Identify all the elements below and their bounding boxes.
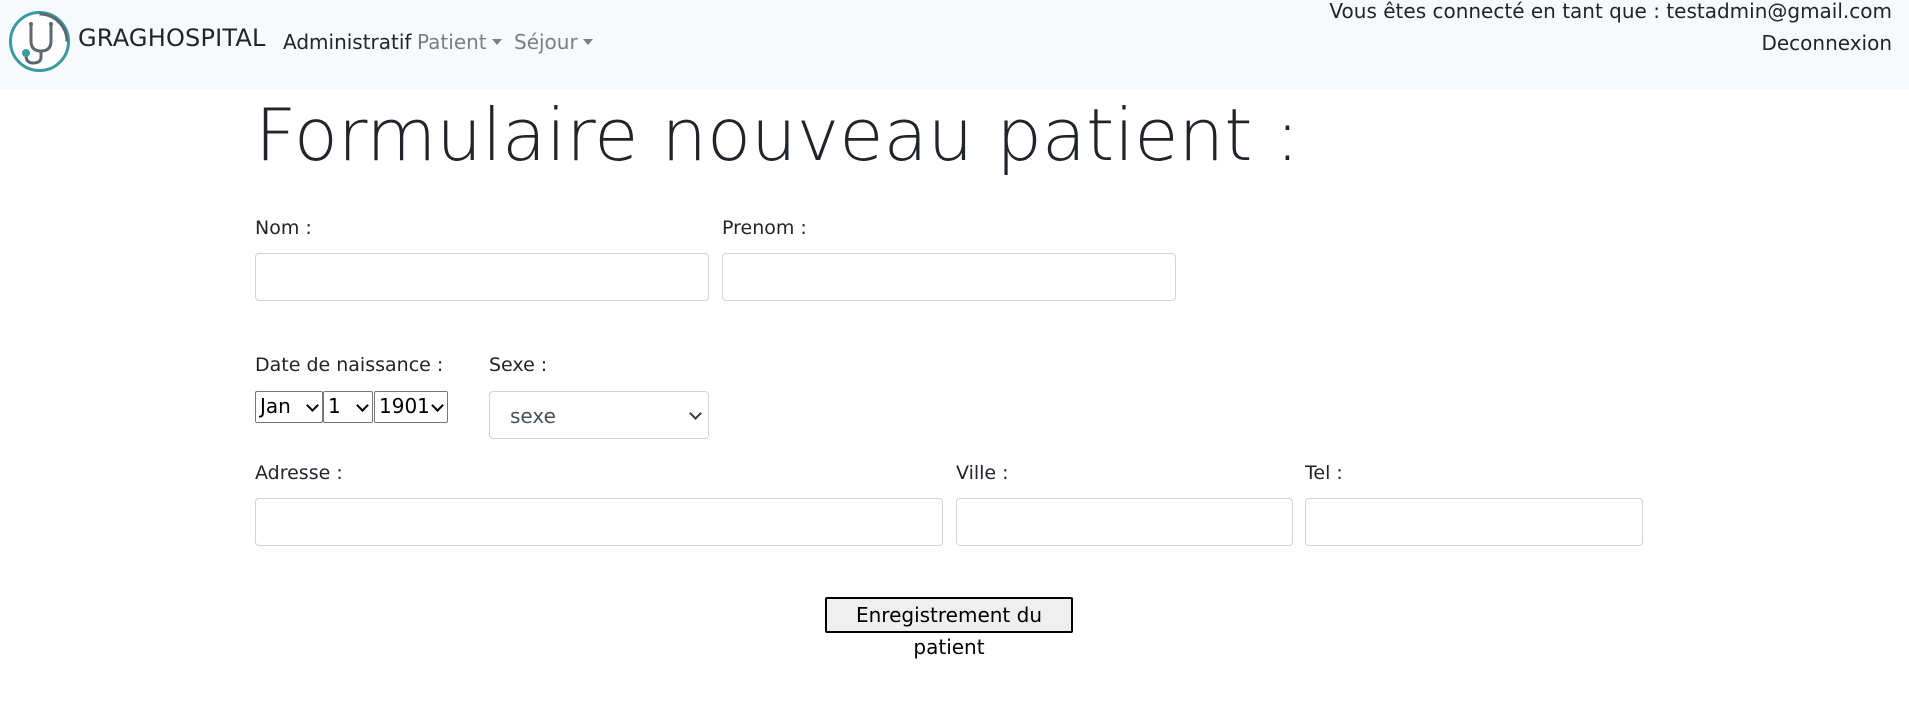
chevron-down-icon [689,407,702,420]
dob-month-select[interactable]: Jan [255,391,323,423]
ville-label: Ville : [956,462,1009,484]
nav-sejour-label: Séjour [514,30,578,54]
caret-down-icon [491,39,502,45]
caret-down-icon [582,39,593,45]
brand-name[interactable]: GRAGHOSPITAL [78,24,266,52]
prenom-input[interactable] [722,253,1176,301]
nav-patient-label: Patient [417,30,487,54]
dob-year-select[interactable]: 1901 [374,391,448,423]
dob-day-select[interactable]: 1 [323,391,373,423]
sexe-label: Sexe : [489,354,548,376]
chevron-down-icon [431,399,444,412]
nom-label: Nom : [255,217,312,239]
chevron-down-icon [356,399,369,412]
sexe-select[interactable]: sexe [489,391,709,439]
nav-patient-dropdown[interactable]: Patient [417,30,502,54]
dob-year-value: 1901 [379,394,430,418]
tel-input[interactable] [1305,498,1643,546]
tel-label: Tel : [1305,462,1343,484]
nav-sejour-dropdown[interactable]: Séjour [514,30,593,54]
prenom-label: Prenom : [722,217,807,239]
adresse-input[interactable] [255,498,943,546]
nav-administratif[interactable]: Administratif [283,30,411,54]
save-patient-button[interactable]: Enregistrement du patient [825,597,1073,659]
dob-label: Date de naissance : [255,354,444,376]
sexe-select-value: sexe [510,404,556,428]
page-title: Formulaire nouveau patient : [255,93,1300,177]
dob-month-value: Jan [260,394,291,418]
nom-input[interactable] [255,253,709,301]
chevron-down-icon [306,399,319,412]
ville-input[interactable] [956,498,1293,546]
dob-day-value: 1 [328,394,341,418]
top-navbar: GRAGHOSPITAL Administratif Patient Séjou… [0,0,1909,89]
adresse-label: Adresse : [255,462,343,484]
stethoscope-logo-icon[interactable] [9,11,70,72]
logged-in-user-text: Vous êtes connecté en tant que : testadm… [1329,0,1892,23]
logout-link[interactable]: Deconnexion [1761,31,1892,55]
